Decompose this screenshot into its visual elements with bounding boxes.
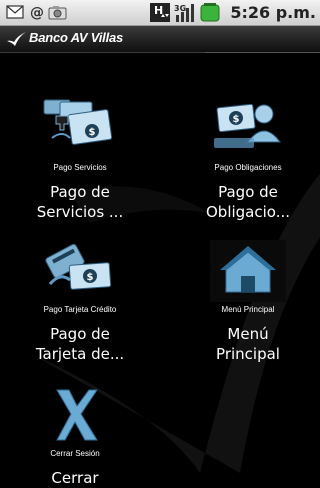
app-header: Banco AV Villas (0, 26, 320, 53)
svg-text:H: H (154, 4, 163, 17)
svg-text:$: $ (87, 272, 94, 283)
signal-strength-icon: 3G (174, 4, 195, 22)
menu-item-pago-tarjeta-credito[interactable]: $ Pago Tarjeta Crédito Pago de Tarjeta d… (5, 240, 155, 364)
menu-item-cerrar-sesion[interactable]: Cerrar Sesión Cerrar (0, 384, 150, 488)
camera-icon (48, 6, 67, 20)
network-type-icon: H (150, 3, 171, 22)
menu-item-title: Pago de Servicios ... (36, 183, 124, 221)
menu-item-pago-servicios[interactable]: $ Pago Servicios Pago de Servicios ... (5, 98, 155, 222)
svg-text:$: $ (233, 114, 240, 125)
pago-tarjeta-credito-icon: $ Pago Tarjeta Crédito (40, 240, 120, 314)
icon-caption: Pago Obligaciones (214, 163, 282, 172)
svg-text:3G: 3G (174, 4, 186, 13)
status-time: 5:26 p.m. (230, 3, 316, 22)
status-bar: @ H 3G 5:26 p.m. (0, 0, 320, 26)
menu-item-title: Pago de Tarjeta de... (35, 325, 125, 363)
menu-item-title: Menú Principal (216, 325, 280, 363)
svg-text:$: $ (89, 127, 96, 138)
icon-caption: Pago Tarjeta Crédito (43, 305, 117, 314)
pago-servicios-icon: $ Pago Servicios (40, 98, 120, 172)
av-villas-logo-icon (7, 32, 26, 46)
battery-icon (200, 3, 220, 22)
menu-item-title: Pago de Obligacio... (205, 183, 290, 221)
menu-item-title: Cerrar (51, 469, 99, 487)
notification-icons: @ (6, 4, 68, 20)
icon-caption: Pago Servicios (53, 163, 107, 172)
at-sign-icon: @ (30, 5, 44, 20)
email-notification-icon (6, 5, 24, 19)
brand-name: Banco AV Villas (29, 30, 124, 45)
system-status-icons: H 3G 5:26 p.m. (150, 3, 316, 22)
menu-item-menu-principal[interactable]: Menú Principal Menú Principal (173, 240, 320, 364)
pago-obligaciones-icon: $ Pago Obligaciones (208, 98, 288, 172)
svg-text:@: @ (30, 5, 44, 20)
icon-caption: Cerrar Sesión (50, 449, 100, 458)
cerrar-sesion-icon: Cerrar Sesión (35, 384, 115, 458)
icon-caption: Menú Principal (221, 305, 275, 314)
menu-principal-icon: Menú Principal (208, 240, 288, 314)
menu-item-pago-obligaciones[interactable]: $ Pago Obligaciones Pago de Obligacio... (173, 98, 320, 222)
